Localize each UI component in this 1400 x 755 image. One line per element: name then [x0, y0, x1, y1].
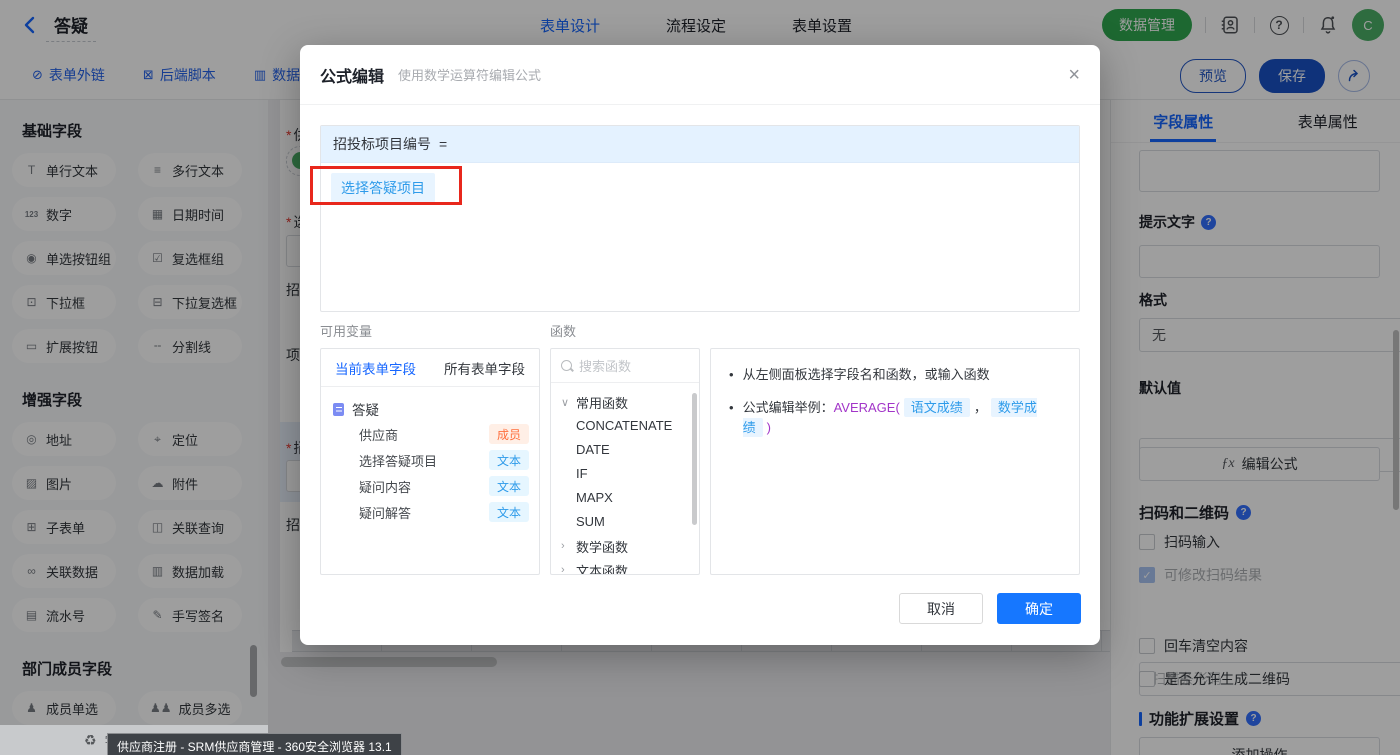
example-separator: ， — [974, 400, 987, 415]
tree-field-row[interactable]: 疑问解答 文本 — [333, 499, 529, 525]
annotation-highlight-box — [310, 166, 462, 205]
recycle-icon: ♻ — [84, 732, 97, 749]
chevron-down-icon: ∨ — [561, 396, 570, 409]
variables-tab[interactable]: 当前表单字段 — [321, 349, 430, 386]
function-group-label: 文本函数 — [576, 561, 628, 576]
formula-edit-modal: 公式编辑 使用数学运算符编辑公式 × 招投标项目编号 = 选择答疑项目 可用变量… — [300, 45, 1100, 645]
tree-field-row[interactable]: 疑问内容 文本 — [333, 473, 529, 499]
variables-tree: 答疑 供应商成员选择答疑项目文本疑问内容文本疑问解答文本 — [321, 387, 539, 525]
function-group[interactable]: ∨ 常用函数 — [561, 390, 699, 414]
tree-field-name: 疑问内容 — [359, 477, 411, 496]
function-item[interactable]: MAPX — [561, 486, 699, 510]
field-type-badge: 文本 — [489, 476, 529, 496]
functions-panel: 搜索函数 ∨常用函数CONCATENATEDATEIFMAPXSUM›数学函数›… — [550, 348, 700, 575]
search-placeholder: 搜索函数 — [579, 356, 631, 375]
help-example: • 公式编辑举例：AVERAGE(语文成绩，数学成绩) — [729, 398, 1063, 438]
variables-label: 可用变量 — [320, 321, 372, 340]
example-function: AVERAGE( — [834, 400, 900, 415]
function-list: ∨ 常用函数 CONCATENATEDATEIFMAPXSUM › 数学函数 › 文本函数 — [551, 383, 699, 575]
function-search-input[interactable]: 搜索函数 — [551, 349, 699, 383]
function-item[interactable]: DATE — [561, 438, 699, 462]
form-doc-icon — [333, 403, 344, 416]
chevron-right-icon: › — [561, 540, 570, 552]
cancel-button[interactable]: 取消 — [899, 593, 983, 624]
app-window: 答疑 表单设计流程设定表单设置 数据管理 ? — [0, 0, 1400, 755]
field-type-badge: 文本 — [489, 450, 529, 470]
function-group-label: 常用函数 — [576, 393, 628, 412]
modal-subtitle: 使用数学运算符编辑公式 — [398, 65, 541, 84]
functions-label: 函数 — [550, 321, 576, 340]
function-group-label: 数学函数 — [576, 537, 628, 556]
formula-editor: 招投标项目编号 = 选择答疑项目 — [320, 125, 1080, 312]
tree-field-name: 供应商 — [359, 425, 398, 444]
modal-header: 公式编辑 使用数学运算符编辑公式 × — [300, 45, 1100, 105]
function-item[interactable]: IF — [561, 462, 699, 486]
variables-tabs: 当前表单字段所有表单字段 — [321, 349, 539, 387]
variables-tab[interactable]: 所有表单字段 — [430, 349, 539, 386]
help-tip: • 从左侧面板选择字段名和函数，或输入函数 — [729, 365, 1063, 385]
tree-root-form[interactable]: 答疑 — [333, 397, 529, 421]
search-icon — [561, 360, 572, 371]
tree-field-name: 疑问解答 — [359, 503, 411, 522]
function-group[interactable]: › 文本函数 — [561, 558, 699, 575]
field-type-badge: 成员 — [489, 424, 529, 444]
formula-lhs: 招投标项目编号 — [333, 134, 431, 154]
formula-target: 招投标项目编号 = — [321, 126, 1079, 163]
tree-field-name: 选择答疑项目 — [359, 451, 437, 470]
function-item[interactable]: SUM — [561, 510, 699, 534]
example-close-paren: ) — [767, 420, 771, 435]
close-icon[interactable]: × — [1068, 65, 1080, 85]
formula-help-panel: • 从左侧面板选择字段名和函数，或输入函数 • 公式编辑举例：AVERAGE(语… — [710, 348, 1080, 575]
browser-tooltip: 供应商注册 - SRM供应商管理 - 360安全浏览器 13.1 — [107, 733, 402, 755]
tree-field-row[interactable]: 供应商 成员 — [333, 421, 529, 447]
example-prefix: 公式编辑举例： — [743, 400, 834, 415]
chevron-right-icon: › — [561, 564, 570, 575]
confirm-button[interactable]: 确定 — [997, 593, 1081, 624]
function-list-scrollbar[interactable] — [692, 393, 697, 525]
variables-panel: 当前表单字段所有表单字段 答疑 供应商成员选择答疑项目文本疑问内容文本疑问解答文… — [320, 348, 540, 575]
tree-field-row[interactable]: 选择答疑项目 文本 — [333, 447, 529, 473]
example-field-chip: 语文成绩 — [904, 398, 970, 417]
modal-title: 公式编辑 — [320, 63, 384, 87]
function-group[interactable]: › 数学函数 — [561, 534, 699, 558]
field-type-badge: 文本 — [489, 502, 529, 522]
equals-sign: = — [439, 136, 447, 152]
function-item[interactable]: CONCATENATE — [561, 414, 699, 438]
